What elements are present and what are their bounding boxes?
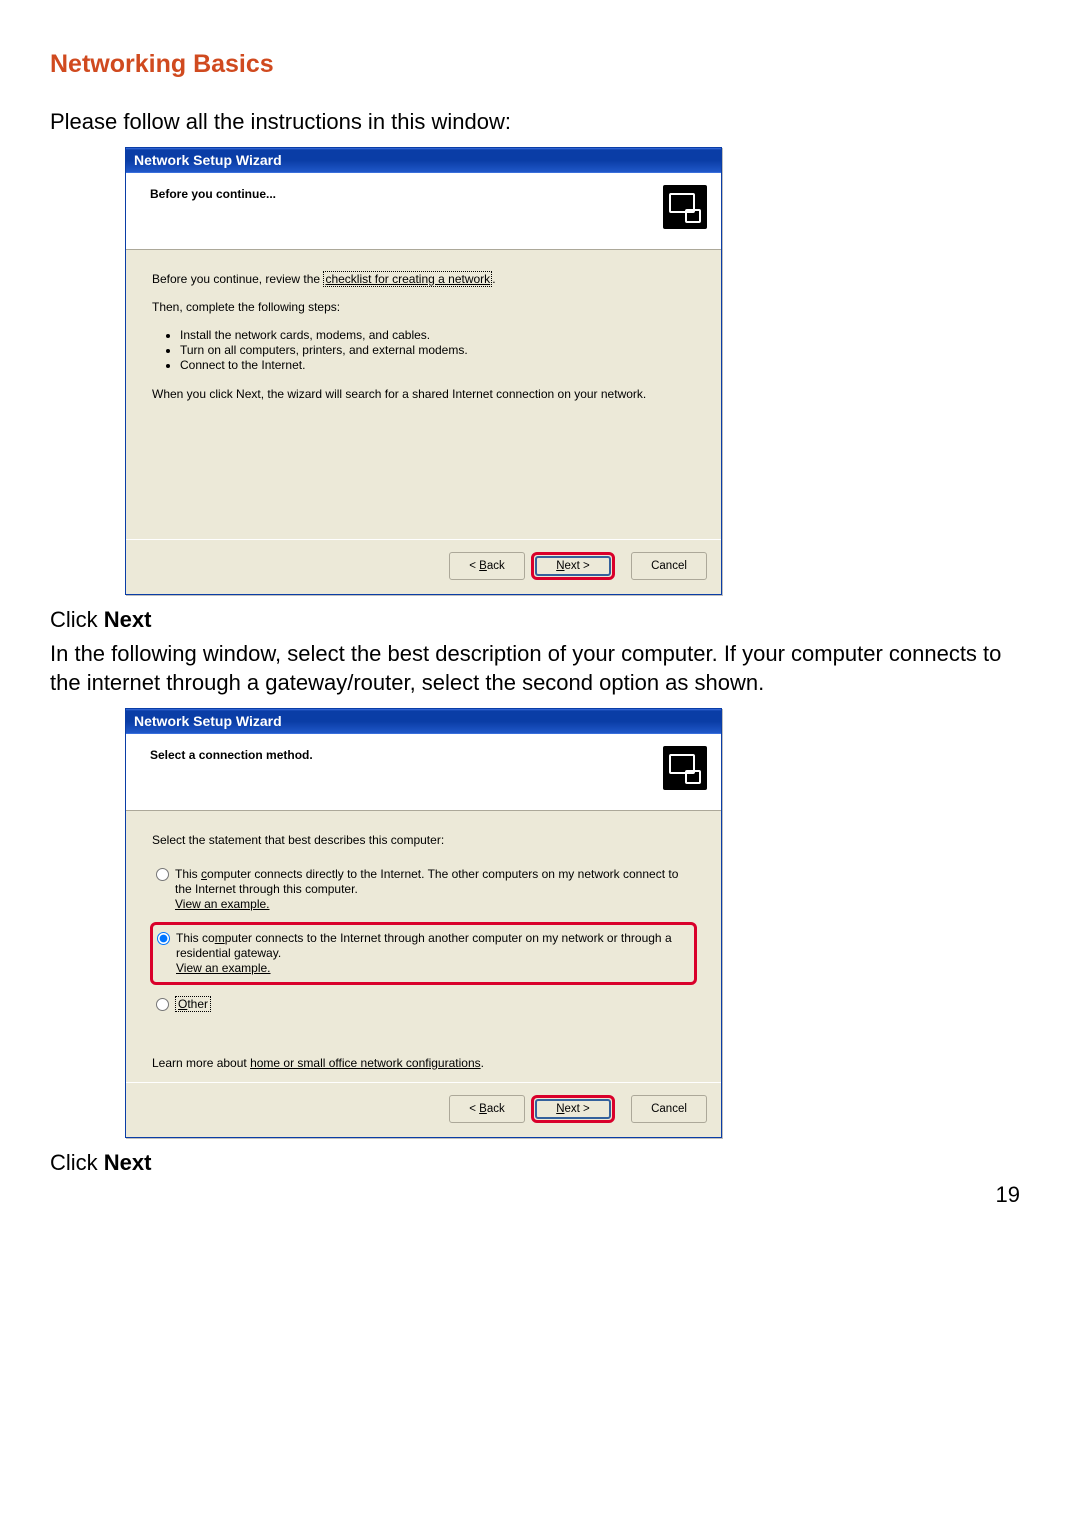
wizard-body: Select the statement that best describes… (126, 811, 721, 1082)
back-button[interactable]: < Back (449, 552, 525, 580)
next-button-highlight: Next > (531, 552, 615, 580)
wizard-header-text: Select a connection method. (150, 746, 655, 762)
next-button[interactable]: Next > (535, 1099, 611, 1119)
radio-option-other[interactable]: Other (152, 991, 695, 1018)
learn-more-line: Learn more about home or small office ne… (152, 1056, 695, 1070)
cancel-button[interactable]: Cancel (631, 552, 707, 580)
cancel-button[interactable]: Cancel (631, 1095, 707, 1123)
network-icon (663, 185, 707, 229)
view-example-link[interactable]: View an example. (175, 897, 270, 911)
learn-more-link[interactable]: home or small office network configurati… (250, 1056, 481, 1070)
wizard-before-you-continue: Network Setup Wizard Before you continue… (125, 147, 722, 595)
text-after-link: . (492, 272, 495, 286)
view-example-link[interactable]: View an example. (176, 961, 271, 975)
radio-option-gateway[interactable]: This computer connects to the Internet t… (157, 931, 688, 976)
wizard-select-connection: Network Setup Wizard Select a connection… (125, 708, 722, 1138)
window-titlebar: Network Setup Wizard (126, 709, 721, 734)
checklist-link[interactable]: checklist for creating a network (323, 271, 492, 287)
review-checklist-line: Before you continue, review the checklis… (152, 272, 695, 286)
step-item: Install the network cards, modems, and c… (180, 328, 695, 343)
radio-option-gateway-highlight: This computer connects to the Internet t… (150, 922, 697, 985)
window-titlebar: Network Setup Wizard (126, 148, 721, 173)
radio-option-direct[interactable]: This computer connects directly to the I… (152, 861, 695, 918)
next-note-line: When you click Next, the wizard will sea… (152, 387, 695, 401)
wizard-footer: < Back Next > Cancel (126, 1082, 721, 1137)
radio-gateway-input[interactable] (157, 932, 170, 945)
radio-direct-input[interactable] (156, 868, 169, 881)
then-complete-line: Then, complete the following steps: (152, 300, 695, 314)
click-next-instruction: Click Next (50, 607, 1030, 633)
next-button-highlight: Next > (531, 1095, 615, 1123)
select-statement-line: Select the statement that best describes… (152, 833, 695, 847)
section-heading: Networking Basics (50, 50, 1030, 79)
radio-other-input[interactable] (156, 998, 169, 1011)
page-number: 19 (996, 1182, 1020, 1208)
back-button[interactable]: < Back (449, 1095, 525, 1123)
wizard-header: Before you continue... (126, 173, 721, 250)
wizard-body: Before you continue, review the checklis… (126, 250, 721, 539)
wizard-footer: < Back Next > Cancel (126, 539, 721, 594)
wizard-header-text: Before you continue... (150, 185, 655, 201)
step-item: Connect to the Internet. (180, 358, 695, 373)
step-item: Turn on all computers, printers, and ext… (180, 343, 695, 358)
click-next-instruction: Click Next (50, 1150, 1030, 1176)
wizard-header: Select a connection method. (126, 734, 721, 811)
intro-text: Please follow all the instructions in th… (50, 107, 1030, 137)
next-button[interactable]: Next > (535, 556, 611, 576)
select-description-paragraph: In the following window, select the best… (50, 639, 1030, 698)
text-before-link: Before you continue, review the (152, 272, 323, 286)
network-icon (663, 746, 707, 790)
steps-list: Install the network cards, modems, and c… (152, 328, 695, 373)
